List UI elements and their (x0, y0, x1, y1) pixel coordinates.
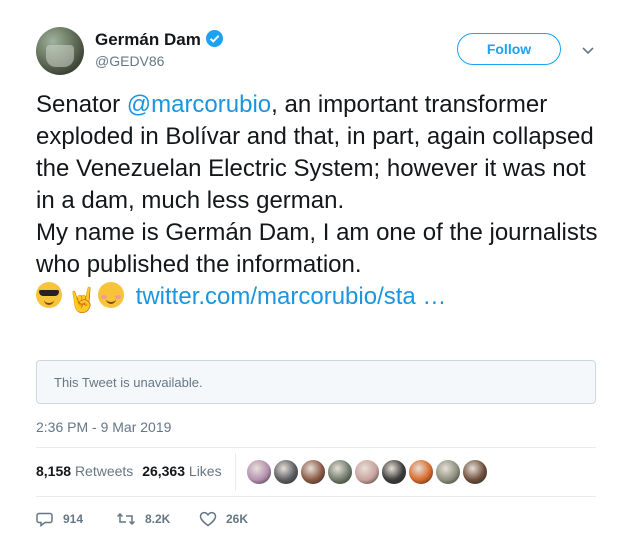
quoted-tweet-unavailable-text: This Tweet is unavailable. (54, 375, 203, 390)
divider-top (36, 447, 596, 448)
author-name[interactable]: Germán Dam (95, 30, 223, 50)
liker-avatar[interactable] (462, 459, 488, 485)
author-name-text: Germán Dam (95, 30, 201, 49)
liker-avatar[interactable] (300, 459, 326, 485)
sunglasses-face-icon (36, 282, 62, 308)
verified-badge-icon (205, 30, 223, 47)
liker-avatar[interactable] (273, 459, 299, 485)
reply-icon (36, 512, 53, 527)
like-count: 26K (226, 512, 249, 526)
liker-avatar[interactable] (381, 459, 407, 485)
retweets-stat[interactable]: 8,158 Retweets (36, 463, 133, 479)
tweet-text-part2: My name is Germán Dam, I am one of the j… (36, 219, 598, 278)
quoted-tweet-card: This Tweet is unavailable. (36, 360, 596, 404)
smiling-face-icon (98, 282, 124, 308)
tweet-paragraph-1: Senator @marcorubio, an important transf… (36, 89, 606, 217)
reply-count: 914 (63, 512, 84, 526)
retweet-button[interactable]: 8.2K (116, 509, 170, 529)
author-handle[interactable]: @GEDV86 (95, 53, 164, 69)
liker-avatar[interactable] (246, 459, 272, 485)
author-avatar[interactable] (36, 27, 84, 75)
liker-avatar[interactable] (354, 459, 380, 485)
tweet-url-link[interactable]: twitter.com/marcorubio/sta … (136, 283, 447, 310)
mention-link[interactable]: @marcorubio (127, 91, 271, 118)
chevron-down-icon[interactable] (580, 42, 596, 58)
liker-avatar[interactable] (327, 459, 353, 485)
likes-stat[interactable]: 26,363 Likes (142, 463, 221, 479)
retweet-icon (116, 512, 136, 526)
stats-separator (235, 453, 236, 491)
follow-button[interactable]: Follow (457, 33, 561, 65)
liker-avatar[interactable] (408, 459, 434, 485)
tweet-stats: 8,158 Retweets 26,363 Likes (36, 463, 222, 479)
tweet-text: Senator @marcorubio, an important transf… (36, 89, 606, 314)
sign-of-horns-icon: 🤘 (67, 287, 97, 314)
heart-icon (199, 511, 217, 527)
reply-button[interactable]: 914 (36, 509, 83, 529)
tweet-paragraph-2: My name is Germán Dam, I am one of the j… (36, 217, 606, 281)
tweet-paragraph-3: 🤘 twitter.com/marcorubio/sta … (36, 281, 606, 314)
tweet-text-prefix: Senator (36, 91, 127, 118)
retweet-count: 8.2K (145, 512, 171, 526)
like-button[interactable]: 26K (199, 509, 248, 529)
divider-bottom (36, 496, 596, 497)
tweet-timestamp[interactable]: 2:36 PM - 9 Mar 2019 (36, 419, 171, 435)
liker-avatar[interactable] (435, 459, 461, 485)
